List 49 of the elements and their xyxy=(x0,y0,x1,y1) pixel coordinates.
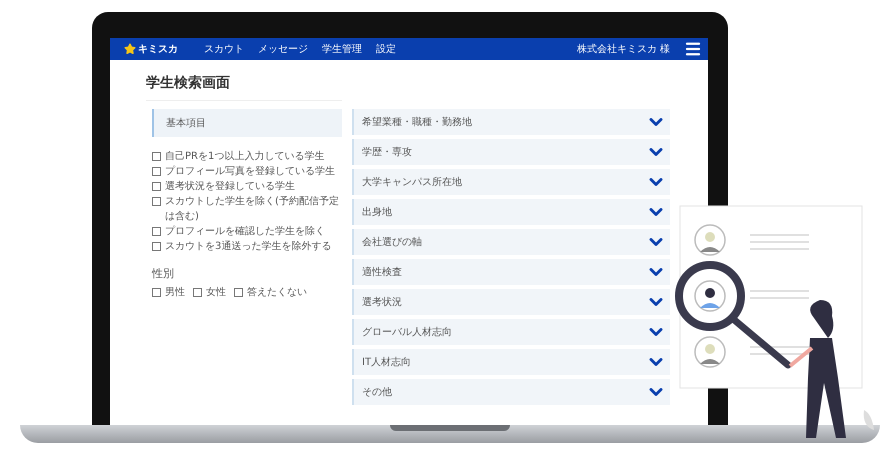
star-icon xyxy=(124,43,136,55)
checkbox[interactable] xyxy=(193,288,202,297)
checkbox[interactable] xyxy=(152,197,161,206)
accordion-header[interactable]: 会社選びの軸 xyxy=(352,229,670,255)
checkbox[interactable] xyxy=(152,288,161,297)
accordion-header[interactable]: IT人材志向 xyxy=(352,349,670,375)
accordion-header[interactable]: 適性検査 xyxy=(352,259,670,285)
nav-link[interactable]: メッセージ xyxy=(258,42,308,56)
page-title: 学生検索画面 xyxy=(146,74,342,101)
accordion-header[interactable]: 大学キャンパス所在地 xyxy=(352,169,670,195)
checkbox-label: 選考状況を登録している学生 xyxy=(165,180,295,194)
checkbox[interactable] xyxy=(152,242,161,251)
accordion-header[interactable]: 希望業種・職種・勤務地 xyxy=(352,109,670,135)
accordion-label: 会社選びの軸 xyxy=(362,236,422,249)
checkbox-label: 男性 xyxy=(165,286,185,300)
accordion-label: IT人材志向 xyxy=(362,356,412,369)
checkbox[interactable] xyxy=(152,167,161,176)
nav-link[interactable]: スカウト xyxy=(204,42,244,56)
accordion-header[interactable]: 出身地 xyxy=(352,199,670,225)
checkbox[interactable] xyxy=(152,152,161,161)
accordion-header[interactable]: 選考状況 xyxy=(352,289,670,315)
accordion-label: 選考状況 xyxy=(362,296,402,309)
logo-text: キミスカ xyxy=(138,43,178,56)
checkbox[interactable] xyxy=(234,288,243,297)
gender-heading: 性別 xyxy=(152,266,175,281)
checkbox-label: スカウトを3通送った学生を除外する xyxy=(165,240,332,254)
checkbox[interactable] xyxy=(152,182,161,191)
checkbox-label: 女性 xyxy=(206,286,226,300)
accordion-header[interactable]: その他 xyxy=(352,379,670,405)
accordion-label: 適性検査 xyxy=(362,266,402,279)
account-name: 株式会社キミスカ 様 xyxy=(576,42,670,56)
checkbox-label: プロフィールを確認した学生を除く xyxy=(165,224,325,239)
nav-link[interactable]: 設定 xyxy=(376,42,396,56)
accordion-label: グローバル人材志向 xyxy=(362,326,452,339)
checkbox-label: プロフィール写真を登録している学生 xyxy=(165,164,335,179)
section-heading: 基本項目 xyxy=(152,109,342,137)
accordion-header[interactable]: グローバル人材志向 xyxy=(352,319,670,345)
accordion-label: 希望業種・職種・勤務地 xyxy=(362,116,472,129)
checkbox-label: 自己PRを1つ以上入力している学生 xyxy=(165,150,324,164)
accordion-label: 大学キャンパス所在地 xyxy=(362,176,462,189)
accordion-label: 学歴・専攻 xyxy=(362,146,412,159)
menu-icon[interactable] xyxy=(684,40,702,58)
accordion-header[interactable]: 学歴・専攻 xyxy=(352,139,670,165)
accordion-label: その他 xyxy=(362,386,392,399)
checkbox-label: スカウトした学生を除く(予約配信予定は含む) xyxy=(165,194,340,224)
checkbox[interactable] xyxy=(152,227,161,236)
nav-link[interactable]: 学生管理 xyxy=(322,42,362,56)
checkbox-label: 答えたくない xyxy=(247,286,307,300)
accordion-label: 出身地 xyxy=(362,206,392,219)
